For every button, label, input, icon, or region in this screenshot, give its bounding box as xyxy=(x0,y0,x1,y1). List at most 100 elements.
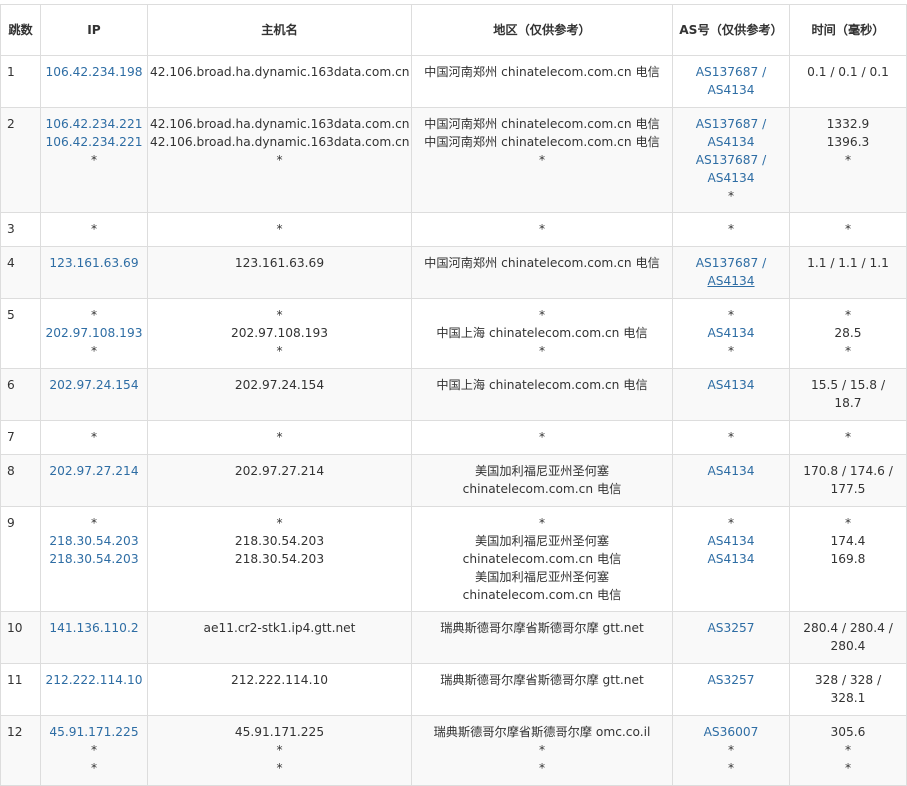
region-cell: 中国上海 chinatelecom.com.cn 电信 xyxy=(411,368,673,421)
asn-link[interactable]: AS4134 xyxy=(675,81,787,99)
asn-link[interactable]: AS4134 xyxy=(675,532,787,550)
time-cell-line: 170.8 / 174.6 / xyxy=(803,464,893,478)
ip-link[interactable]: 106.42.234.198 xyxy=(43,63,145,81)
asn-link[interactable]: AS137687 / xyxy=(675,115,787,133)
region-cell: 瑞典斯德哥尔摩省斯德哥尔摩 omc.co.il * * xyxy=(411,715,673,786)
ip-link[interactable]: 45.91.171.225 xyxy=(43,723,145,741)
asn-link[interactable]: AS4134 xyxy=(675,133,787,151)
region-cell-line: * xyxy=(538,308,546,322)
table-row: 9 * 218.30.54.203 218.30.54.203 * 218.30.54.2… xyxy=(0,506,907,612)
header-hostname: 主机名 xyxy=(147,4,412,56)
hostname-cell: * 202.97.108.193 * xyxy=(147,298,412,369)
header-time: 时间（毫秒） xyxy=(789,4,907,56)
ip-link[interactable]: 106.42.234.221 xyxy=(43,115,145,133)
header-ip: IP xyxy=(40,4,148,56)
hostname-cell-line: 42.106.broad.ha.dynamic.163data.com.cn xyxy=(150,65,410,79)
time-cell-line: 280.4 xyxy=(830,639,866,653)
asn-link[interactable]: AS137687 / xyxy=(675,151,787,169)
hostname-cell-line: 202.97.24.154 xyxy=(234,378,325,392)
asn-link[interactable]: AS3257 xyxy=(675,671,787,689)
region-cell-line: chinatelecom.com.cn 电信 xyxy=(462,552,622,566)
time-cell-line: * xyxy=(844,516,852,530)
table-row: 12 45.91.171.225 * * 45.91.171.225 * * 瑞典斯德哥尔摩省… xyxy=(0,715,907,786)
hop-number: 9 xyxy=(0,506,41,612)
ip-cell-line: * xyxy=(90,516,98,530)
time-cell-line: 305.6 xyxy=(830,725,866,739)
hostname-cell: 202.97.24.154 xyxy=(147,368,412,421)
asn-cell-line: * xyxy=(727,308,735,322)
table-row: 8 202.97.27.214 202.97.27.214 美国加利福尼亚州圣何塞 ch… xyxy=(0,454,907,507)
time-cell-line: * xyxy=(844,743,852,757)
asn-cell: AS36007 * * xyxy=(672,715,790,786)
header-hop: 跳数 xyxy=(0,4,41,56)
time-cell-line: 174.4 xyxy=(830,534,866,548)
time-cell: 305.6 * * xyxy=(789,715,907,786)
hostname-cell-line: 212.222.114.10 xyxy=(231,673,328,687)
asn-link[interactable]: AS137687 / xyxy=(675,254,787,272)
region-cell-line: * xyxy=(538,761,546,775)
ip-link[interactable]: 218.30.54.203 xyxy=(43,550,145,568)
region-cell: 中国河南郑州 chinatelecom.com.cn 电信 中国河南郑州 chin… xyxy=(411,107,673,213)
asn-link[interactable]: AS4134 xyxy=(675,272,787,290)
ip-cell-line: * xyxy=(90,222,98,236)
asn-link[interactable]: AS4134 xyxy=(675,376,787,394)
ip-link[interactable]: 202.97.108.193 xyxy=(43,324,145,342)
region-cell: * 中国上海 chinatelecom.com.cn 电信 * xyxy=(411,298,673,369)
ip-link[interactable]: 141.136.110.2 xyxy=(43,619,145,637)
ip-link[interactable]: 106.42.234.221 xyxy=(43,133,145,151)
hostname-cell-line: 202.97.27.214 xyxy=(234,464,325,478)
asn-cell-line: * xyxy=(727,189,735,203)
time-cell: * xyxy=(789,212,907,247)
asn-cell-line: * xyxy=(727,743,735,757)
hostname-cell: 123.161.63.69 xyxy=(147,246,412,299)
region-cell: 中国河南郑州 chinatelecom.com.cn 电信 xyxy=(411,55,673,108)
ip-cell-line: * xyxy=(90,344,98,358)
hostname-cell-line: 218.30.54.203 xyxy=(234,534,325,548)
hop-number: 12 xyxy=(0,715,41,786)
time-cell-line: 1332.9 xyxy=(826,117,870,131)
time-cell-line: 1396.3 xyxy=(826,135,870,149)
asn-link[interactable]: AS36007 xyxy=(675,723,787,741)
asn-link[interactable]: AS3257 xyxy=(675,619,787,637)
asn-link[interactable]: AS4134 xyxy=(675,550,787,568)
hop-number: 2 xyxy=(0,107,41,213)
ip-cell: 202.97.24.154 xyxy=(40,368,148,421)
hostname-cell: 42.106.broad.ha.dynamic.163data.com.cn 42… xyxy=(147,107,412,213)
ip-link[interactable]: 212.222.114.10 xyxy=(43,671,145,689)
asn-cell: AS3257 xyxy=(672,663,790,716)
hostname-cell-line: * xyxy=(276,344,283,358)
ip-cell: * 202.97.108.193 * xyxy=(40,298,148,369)
ip-link[interactable]: 202.97.27.214 xyxy=(43,462,145,480)
hostname-cell-line: ae11.cr2-stk1.ip4.gtt.net xyxy=(203,621,356,635)
ip-link[interactable]: 202.97.24.154 xyxy=(43,376,145,394)
time-cell-line: 328.1 xyxy=(830,691,866,705)
hostname-cell-line: 123.161.63.69 xyxy=(234,256,325,270)
hostname-cell-line: * xyxy=(276,430,283,444)
region-cell-line: 美国加利福尼亚州圣何塞 xyxy=(474,534,610,548)
hostname-cell-line: * xyxy=(276,153,283,167)
ip-cell: * 218.30.54.203 218.30.54.203 xyxy=(40,506,148,612)
region-cell-line: 中国河南郑州 chinatelecom.com.cn 电信 xyxy=(424,117,660,131)
table-row: 11 212.222.114.10 212.222.114.10 瑞典斯德哥尔摩省斯德… xyxy=(0,663,907,716)
time-cell-line: * xyxy=(844,222,852,236)
time-cell: 280.4 / 280.4 / 280.4 xyxy=(789,611,907,664)
asn-link[interactable]: AS4134 xyxy=(675,169,787,187)
time-cell-line: 28.5 xyxy=(834,326,862,340)
table-row: 7 * * * * * xyxy=(0,420,907,455)
ip-link[interactable]: 218.30.54.203 xyxy=(43,532,145,550)
ip-link[interactable]: 123.161.63.69 xyxy=(43,254,145,272)
hop-number: 5 xyxy=(0,298,41,369)
asn-cell: * AS4134 * xyxy=(672,298,790,369)
asn-cell: AS137687 /AS4134 xyxy=(672,55,790,108)
region-cell-line: 中国上海 chinatelecom.com.cn 电信 xyxy=(436,326,648,340)
asn-link[interactable]: AS4134 xyxy=(675,462,787,480)
asn-link[interactable]: AS137687 / xyxy=(675,63,787,81)
ip-cell-line: * xyxy=(90,308,98,322)
hop-number: 6 xyxy=(0,368,41,421)
asn-link[interactable]: AS4134 xyxy=(675,324,787,342)
time-cell: 170.8 / 174.6 / 177.5 xyxy=(789,454,907,507)
region-cell-line: 美国加利福尼亚州圣何塞 xyxy=(474,570,610,584)
header-region: 地区（仅供参考） xyxy=(411,4,673,56)
table-header-row: 跳数 IP 主机名 地区（仅供参考） AS号（仅供参考） 时间（毫秒） xyxy=(0,4,907,56)
region-cell-line: 中国河南郑州 chinatelecom.com.cn 电信 xyxy=(424,256,660,270)
